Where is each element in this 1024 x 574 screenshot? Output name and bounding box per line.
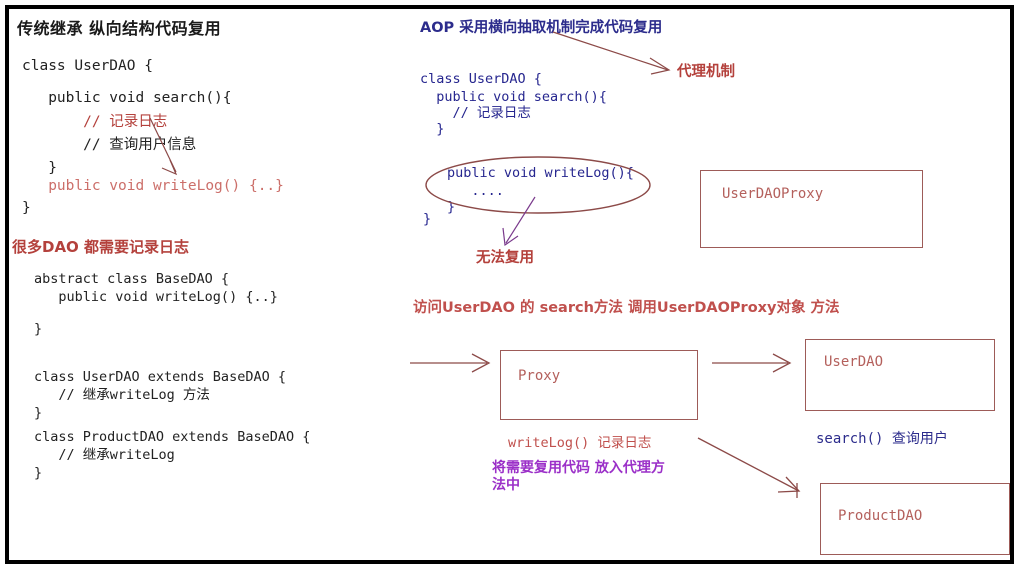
productdao-ext-code-line-2: } (34, 465, 43, 481)
productdao-ext-code-line-0: class ProductDAO extends BaseDAO { (34, 429, 311, 445)
left-code-line-2: public void search(){ (22, 90, 232, 106)
ellipse-code-line-0: public void writeLog(){ (447, 165, 634, 181)
proxy-note-code: writeLog() 记录日志 (508, 435, 652, 451)
userdao-ext-code-line-0: class UserDAO extends BaseDAO { (34, 369, 286, 385)
userdao-ext-code-line-1: // 继承writeLog 方法 (34, 387, 210, 403)
productdao-box-label: ProductDAO (838, 508, 923, 524)
search-note: search() 查询用户 (816, 431, 948, 447)
userdao-box[interactable] (805, 339, 995, 411)
ellipse-code-close: } (447, 199, 456, 215)
left-code-line-8: } (22, 200, 31, 216)
productdao-ext-code-line-1: // 继承writeLog (34, 447, 175, 463)
userdao-box-label: UserDAO (824, 354, 884, 370)
proxy-note-purple: 将需要复用代码 放入代理方 法中 (492, 460, 665, 493)
slide-canvas: 传统继承 纵向结构代码复用 class UserDAO { public voi… (0, 0, 1024, 574)
flow-caption: 访问UserDAO 的 search方法 调用UserDAOProxy对象 方法 (413, 300, 840, 316)
right-heading: AOP 采用横向抽取机制完成代码复用 (420, 20, 663, 36)
userdaoproxy-box[interactable] (700, 170, 923, 248)
right-code-line-3: } (420, 121, 445, 137)
left-code-line-7: public void writeLog() {..} (22, 178, 284, 194)
right-code-line-0: class UserDAO { (420, 71, 542, 87)
basedao-code-line-3: } (34, 321, 43, 337)
left-code-line-3: // 记录日志 (22, 114, 168, 130)
proxy-box[interactable] (500, 350, 698, 420)
ellipse-code-line-1: .... (447, 183, 504, 199)
left-code-line-0: class UserDAO { (22, 58, 153, 74)
basedao-code-line-1: public void writeLog() {..} (34, 289, 278, 305)
right-code-block-close: } (423, 211, 432, 227)
left-heading: 传统继承 纵向结构代码复用 (17, 19, 222, 38)
left-heading-2: 很多DAO 都需要记录日志 (12, 238, 190, 256)
basedao-code-line-0: abstract class BaseDAO { (34, 271, 230, 287)
cannot-reuse-label: 无法复用 (476, 250, 534, 266)
left-code-line-4: // 查询用户信息 (22, 137, 197, 153)
proxy-mechanism-label: 代理机制 (677, 64, 735, 80)
userdao-ext-code-line-2: } (34, 405, 43, 421)
userdaoproxy-box-label: UserDAOProxy (722, 186, 824, 202)
proxy-box-label: Proxy (518, 368, 561, 384)
